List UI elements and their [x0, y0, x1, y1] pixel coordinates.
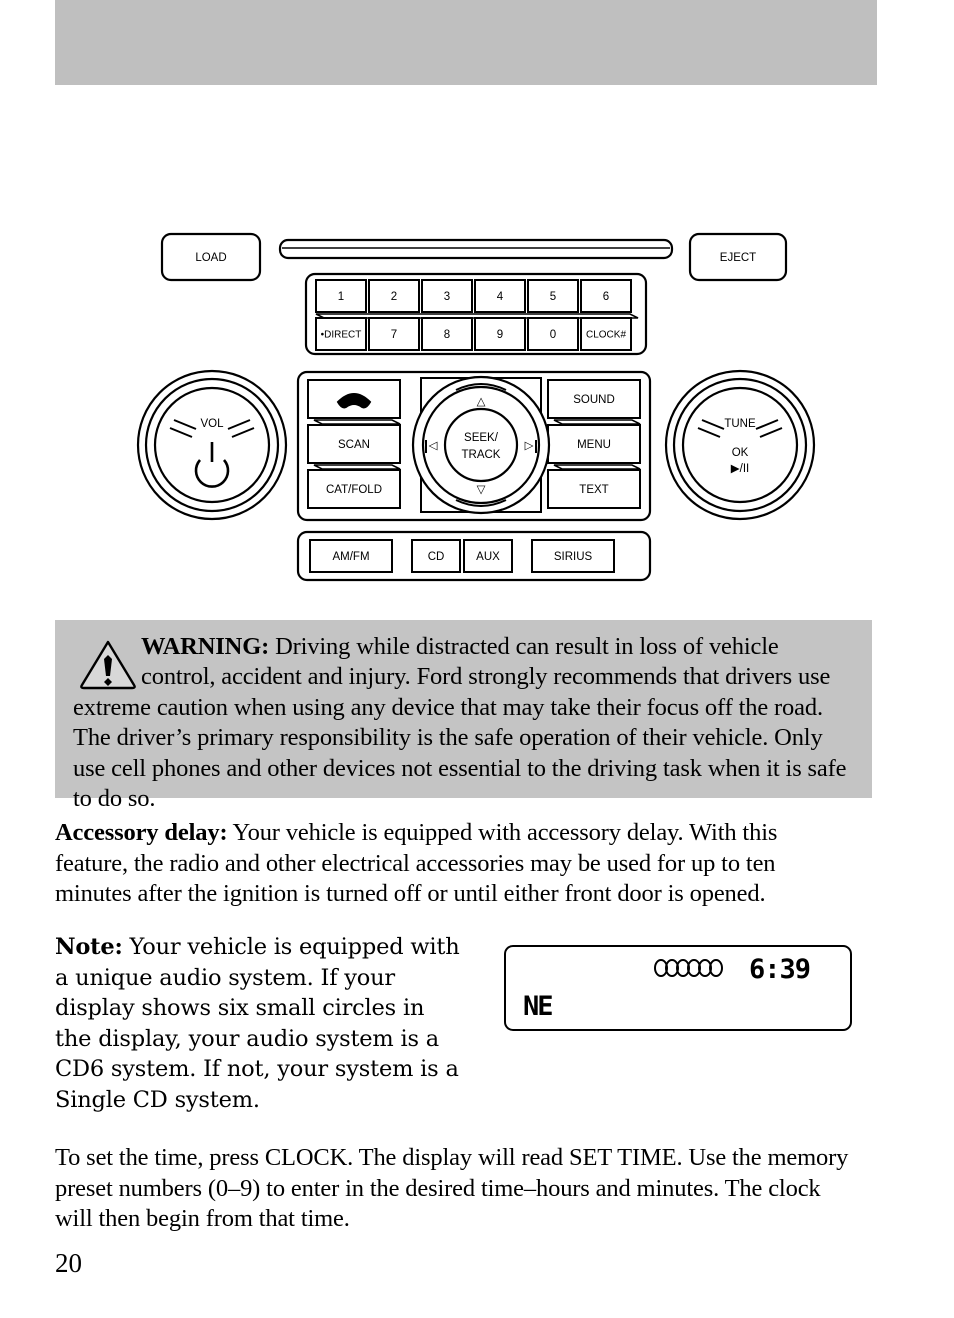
cd6-disc-indicator [654, 959, 723, 977]
disc-circle-icon [709, 959, 723, 977]
preset-4-label: 4 [497, 291, 504, 303]
am-fm-button-label: AM/FM [332, 551, 369, 563]
text-button-label: TEXT [579, 484, 608, 496]
load-button-label: LOAD [195, 252, 226, 264]
volume-knob[interactable] [136, 369, 288, 521]
preset-9-label: 9 [497, 329, 503, 341]
clock-button-label: CLOCK# [586, 330, 626, 341]
page-header-band [55, 0, 877, 85]
preset-5-label: 5 [550, 291, 556, 303]
eject-button-label: EJECT [720, 252, 756, 264]
preset-0-label: 0 [550, 329, 556, 341]
dpad-right-icon[interactable]: ▷ [525, 440, 535, 452]
note-label: Note: [55, 934, 123, 960]
tune-knob[interactable] [664, 369, 816, 521]
seek-track-label-line1: SEEK/ [464, 432, 499, 444]
preset-3-label: 3 [444, 291, 450, 303]
ok-label: OK [732, 447, 749, 459]
ridge-scan-catfold [313, 464, 401, 470]
ridge-phone-scan [313, 419, 401, 425]
dpad-down-icon[interactable]: ▽ [477, 484, 487, 496]
ridge-menu-text [553, 464, 641, 470]
dpad-left-icon[interactable]: ◁ [429, 440, 439, 452]
lcd-band-readout: NE [523, 991, 553, 1022]
audio-system-diagram: LOAD EJECT 1 2 3 4 5 6 •DIRECT 7 8 9 0 C… [130, 210, 830, 590]
lcd-display-illustration: 6:39 NE [504, 945, 852, 1031]
preset-2-label: 2 [391, 291, 397, 303]
cd-slot[interactable] [278, 238, 674, 260]
preset-8-label: 8 [444, 329, 450, 341]
dpad-up-icon[interactable]: △ [477, 396, 487, 408]
tune-knob-label: TUNE [724, 418, 756, 430]
cat-fold-button-label: CAT/FOLD [326, 484, 382, 496]
sirius-button-label: SIRIUS [554, 551, 593, 563]
ridge-sound-menu [553, 419, 641, 425]
scan-button-label: SCAN [338, 439, 370, 451]
lcd-clock-readout: 6:39 [749, 954, 811, 985]
menu-button-label: MENU [577, 439, 611, 451]
preset-7-label: 7 [391, 329, 397, 341]
accessory-delay-label: Accessory delay: [55, 819, 228, 846]
preset-1-label: 1 [338, 291, 344, 303]
direct-button-label: •DIRECT [321, 330, 362, 341]
warning-label: WARNING: [141, 633, 270, 660]
note-body: Your vehicle is equipped with a unique a… [55, 934, 460, 1113]
warning-triangle-icon [80, 640, 136, 690]
aux-button-label: AUX [476, 551, 500, 563]
seek-track-center-button[interactable] [443, 407, 519, 483]
note-paragraph: Note: Your vehicle is equipped with a un… [55, 932, 465, 1115]
vol-knob-label: VOL [200, 418, 224, 430]
play-pause-icon: ▶/II [731, 463, 749, 475]
sound-button-label: SOUND [573, 394, 615, 406]
cd-button-label: CD [428, 551, 445, 563]
warning-text: WARNING: Driving while distracted can re… [73, 632, 854, 814]
page-number: 20 [55, 1248, 82, 1278]
warning-box: WARNING: Driving while distracted can re… [55, 620, 872, 812]
accessory-delay-paragraph: Accessory delay: Your vehicle is equippe… [55, 818, 855, 910]
set-time-paragraph: To set the time, press CLOCK. The displa… [55, 1144, 849, 1232]
preset-6-label: 6 [603, 291, 609, 303]
seek-track-label-line2: TRACK [462, 449, 501, 461]
